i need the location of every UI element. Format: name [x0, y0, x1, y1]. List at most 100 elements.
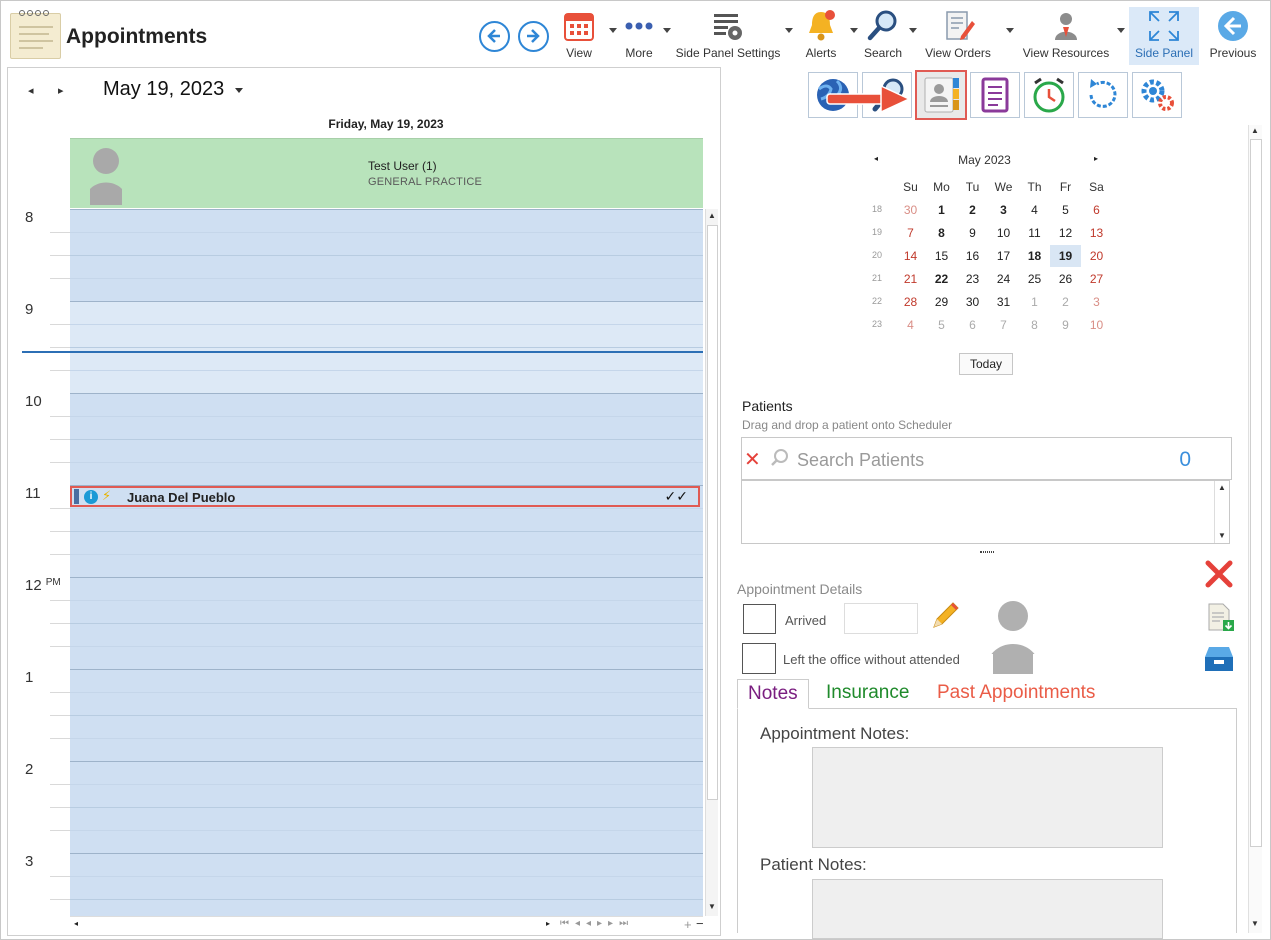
- calendar-day[interactable]: 30: [895, 199, 926, 221]
- patient-list-scrollbar[interactable]: ▲ ▼: [1214, 481, 1229, 543]
- side-panel-button[interactable]: Side Panel: [1129, 7, 1199, 65]
- calendar-day[interactable]: 5: [926, 314, 957, 336]
- alerts-button[interactable]: Alerts: [801, 9, 841, 63]
- calendar-day[interactable]: 9: [957, 222, 988, 244]
- next-day-button[interactable]: ▸: [58, 84, 64, 97]
- pencil-icon[interactable]: [928, 599, 962, 633]
- tab-notes[interactable]: Notes: [737, 679, 809, 709]
- calendar-day[interactable]: 10: [988, 222, 1019, 244]
- scroll-thumb[interactable]: [707, 225, 718, 800]
- calendar-day[interactable]: 29: [926, 291, 957, 313]
- calendar-day[interactable]: 4: [895, 314, 926, 336]
- arrived-time-input[interactable]: [844, 603, 918, 634]
- calendar-day[interactable]: 10: [1081, 314, 1112, 336]
- settings-caret[interactable]: [785, 28, 793, 33]
- calendar-day[interactable]: 7: [988, 314, 1019, 336]
- calendar-day[interactable]: 16: [957, 245, 988, 267]
- calendar-day[interactable]: 23: [957, 268, 988, 290]
- nav-back-button[interactable]: [479, 21, 510, 52]
- calendar-day[interactable]: 1: [1019, 291, 1050, 313]
- scroll-up-icon[interactable]: ▲: [708, 211, 716, 220]
- add-resource-icon[interactable]: +: [684, 917, 692, 932]
- calendar-day[interactable]: 17: [988, 245, 1019, 267]
- scroll-down-icon[interactable]: ▼: [1251, 919, 1259, 928]
- view-button[interactable]: View: [557, 9, 601, 63]
- scroll-up-icon[interactable]: ▲: [1251, 126, 1259, 135]
- scroll-up-icon[interactable]: ▲: [1218, 483, 1226, 492]
- patient-card-button[interactable]: [915, 70, 967, 120]
- calendar-day[interactable]: 18: [1019, 245, 1050, 267]
- calendar-day[interactable]: 28: [895, 291, 926, 313]
- nav-forward-button[interactable]: [518, 21, 549, 52]
- document-download-icon[interactable]: [1205, 602, 1235, 632]
- calendar-day[interactable]: 30: [957, 291, 988, 313]
- search-button[interactable]: Search: [862, 9, 904, 63]
- calendar-day[interactable]: 14: [895, 245, 926, 267]
- resize-grip[interactable]: [980, 551, 994, 553]
- calendar-day[interactable]: 2: [957, 199, 988, 221]
- calendar-day[interactable]: 12: [1050, 222, 1081, 244]
- tab-past-appointments[interactable]: Past Appointments: [927, 679, 1105, 709]
- date-dropdown-caret[interactable]: [235, 88, 243, 93]
- previous-button[interactable]: Previous: [1205, 9, 1261, 63]
- calendar-day[interactable]: 6: [1081, 199, 1112, 221]
- calendar-day[interactable]: 8: [1019, 314, 1050, 336]
- side-panel-scrollbar[interactable]: ▲ ▼: [1248, 125, 1262, 933]
- patient-list[interactable]: ▲ ▼: [741, 480, 1230, 544]
- view-orders-button[interactable]: View Orders: [921, 9, 995, 63]
- resources-caret[interactable]: [1117, 28, 1125, 33]
- calendar-day[interactable]: 1: [926, 199, 957, 221]
- arrived-checkbox[interactable]: [743, 604, 776, 634]
- more-caret[interactable]: [663, 28, 671, 33]
- calendar-day[interactable]: 9: [1050, 314, 1081, 336]
- calendar-day[interactable]: 21: [895, 268, 926, 290]
- patient-search-box[interactable]: ✕ Search Patients 0: [741, 437, 1232, 480]
- calendar-day[interactable]: 4: [1019, 199, 1050, 221]
- search-input[interactable]: Search Patients: [797, 450, 924, 471]
- calendar-day[interactable]: 31: [988, 291, 1019, 313]
- scroll-down-icon[interactable]: ▼: [1218, 531, 1226, 540]
- scroll-thumb[interactable]: [1250, 139, 1262, 847]
- calendar-day[interactable]: 3: [1081, 291, 1112, 313]
- calendar-day[interactable]: 19: [1050, 245, 1081, 267]
- patient-notes-textarea[interactable]: [812, 879, 1163, 939]
- refresh-button[interactable]: [1078, 72, 1128, 118]
- calendar-day[interactable]: 27: [1081, 268, 1112, 290]
- alerts-caret[interactable]: [850, 28, 858, 33]
- calendar-day[interactable]: 15: [926, 245, 957, 267]
- left-office-checkbox[interactable]: [742, 643, 776, 674]
- more-button[interactable]: More: [619, 9, 659, 63]
- calendar-day[interactable]: 2: [1050, 291, 1081, 313]
- archive-icon[interactable]: [1203, 643, 1235, 673]
- appointment-block[interactable]: i ⚡ Juana Del Pueblo ✓✓: [70, 486, 700, 507]
- current-date[interactable]: May 19, 2023: [103, 78, 224, 101]
- scroll-left-icon[interactable]: ◂: [74, 919, 78, 928]
- calendar-day[interactable]: 24: [988, 268, 1019, 290]
- scroll-right-icon[interactable]: ▸: [546, 919, 550, 928]
- clear-search-icon[interactable]: ✕: [744, 447, 761, 472]
- appointment-notes-textarea[interactable]: [812, 747, 1163, 848]
- side-panel-settings-button[interactable]: Side Panel Settings: [675, 9, 781, 63]
- scheduler-horizontal-scrollbar[interactable]: ◂ ▸ ⏮◂◂▸▸⏭ + −: [70, 916, 704, 934]
- time-grid[interactable]: i ⚡ Juana Del Pueblo ✓✓: [70, 209, 703, 916]
- calendar-day[interactable]: 3: [988, 199, 1019, 221]
- calendar-day[interactable]: 26: [1050, 268, 1081, 290]
- alarm-button[interactable]: [1024, 72, 1074, 118]
- prev-day-button[interactable]: ◂: [28, 84, 34, 97]
- orders-caret[interactable]: [1006, 28, 1014, 33]
- calendar-day[interactable]: 7: [895, 222, 926, 244]
- view-resources-button[interactable]: View Resources: [1019, 9, 1113, 63]
- calendar-day[interactable]: 22: [926, 268, 957, 290]
- view-caret[interactable]: [609, 28, 617, 33]
- scroll-down-icon[interactable]: ▼: [708, 902, 716, 911]
- remove-resource-icon[interactable]: −: [696, 916, 704, 931]
- calendar-day[interactable]: 5: [1050, 199, 1081, 221]
- calendar-day[interactable]: 20: [1081, 245, 1112, 267]
- tab-insurance[interactable]: Insurance: [816, 679, 919, 709]
- calendar-day[interactable]: 11: [1019, 222, 1050, 244]
- info-icon[interactable]: i: [84, 490, 98, 504]
- calendar-day[interactable]: 25: [1019, 268, 1050, 290]
- next-month-button[interactable]: ▸: [1094, 154, 1098, 163]
- gear-button[interactable]: [1132, 72, 1182, 118]
- today-button[interactable]: Today: [959, 353, 1013, 375]
